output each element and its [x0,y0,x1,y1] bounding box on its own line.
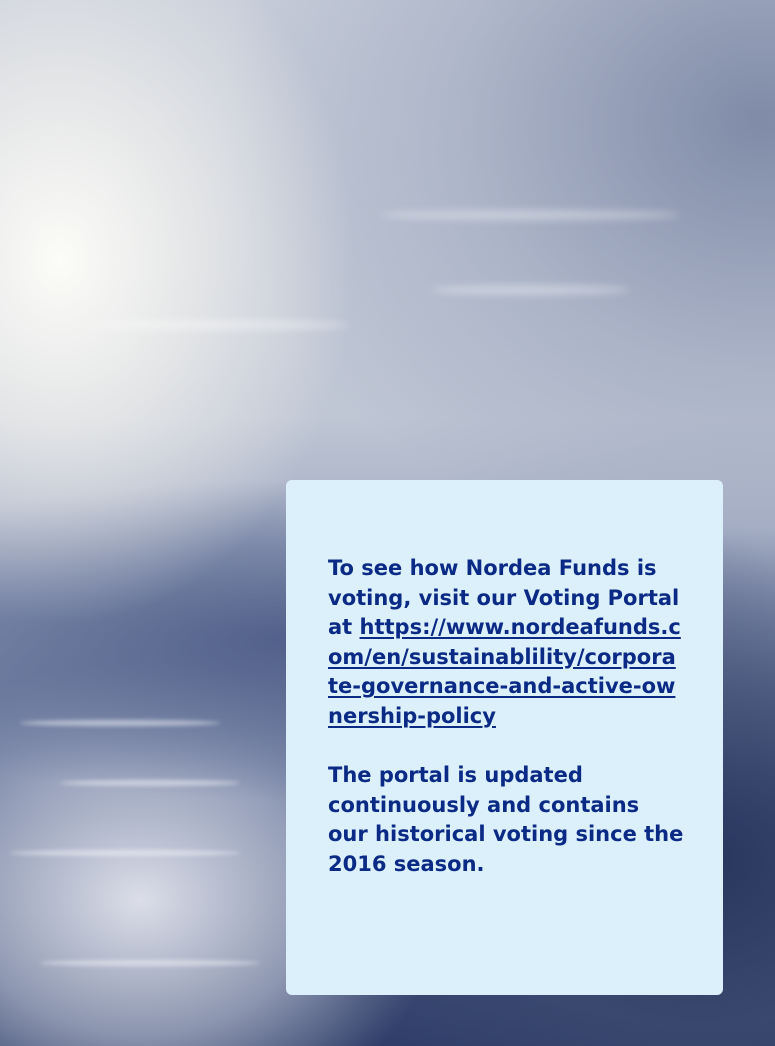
wave-highlight [40,960,260,966]
voting-portal-link[interactable]: https://www.nordeafunds.com/en/sustainab… [328,615,681,728]
cloud-streak [430,285,630,295]
voting-portal-info-card: To see how Nordea Funds is voting, visit… [286,480,723,995]
wave-highlight [60,780,240,786]
page: To see how Nordea Funds is voting, visit… [0,0,775,1046]
cloud-streak [380,210,680,220]
wave-highlight [10,850,240,856]
cloud-streak [90,320,350,330]
voting-portal-paragraph: To see how Nordea Funds is voting, visit… [328,554,685,731]
wave-highlight [20,720,220,726]
portal-update-text: The portal is updated continuously and c… [328,763,684,876]
